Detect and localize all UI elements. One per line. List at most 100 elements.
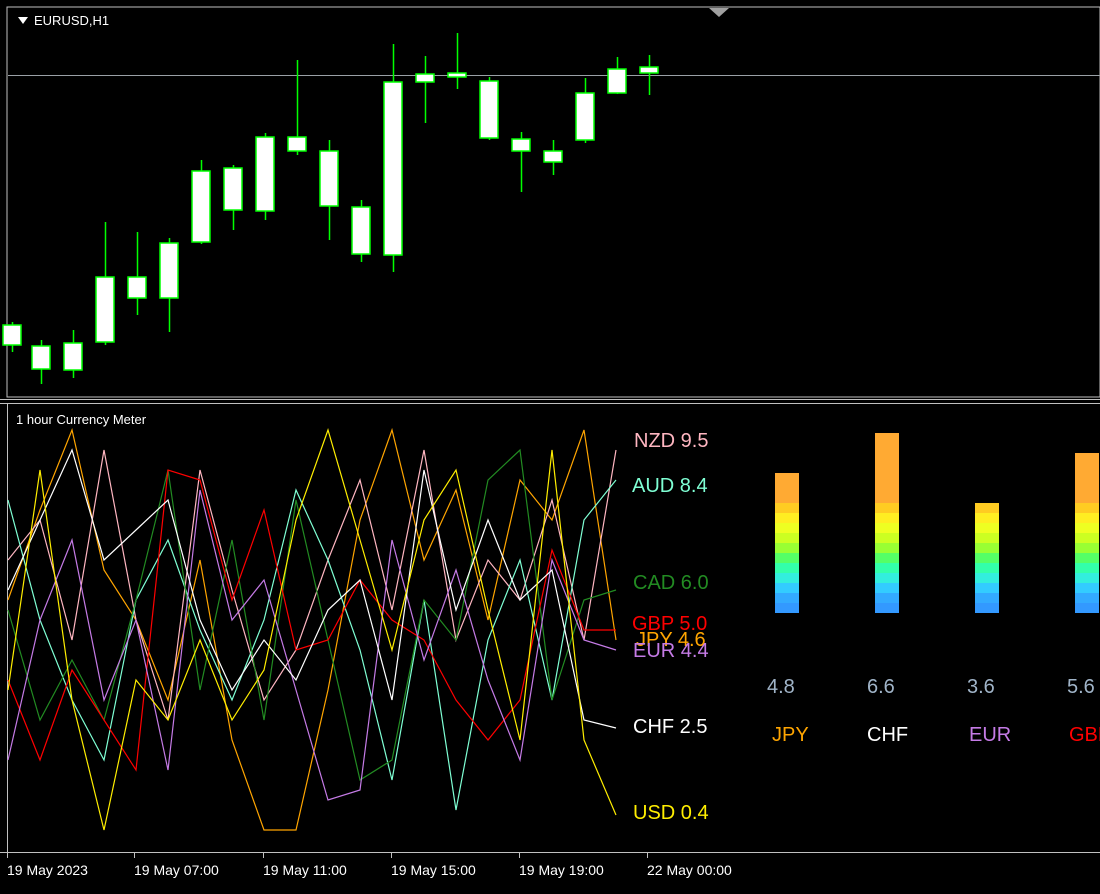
meter-bar-segment-chf bbox=[875, 493, 899, 503]
dropdown-triangle-icon[interactable] bbox=[18, 17, 28, 24]
bar-value-jpy: 4.8 bbox=[767, 676, 795, 698]
time-label-0: 19 May 2023 bbox=[7, 862, 88, 878]
meter-bar-segment-eur bbox=[975, 583, 999, 593]
symbol-title[interactable]: EURUSD,H1 bbox=[18, 13, 109, 28]
candle-body bbox=[479, 80, 499, 139]
bar-value-chf: 6.6 bbox=[867, 676, 895, 698]
chart-window[interactable]: EURUSD,H1 1 hour Currency Meter NZD 9.5 … bbox=[0, 0, 1100, 894]
meter-bar-segment-jpy bbox=[775, 533, 799, 543]
meter-bar-segment-eur bbox=[975, 603, 999, 613]
time-label-1: 19 May 07:00 bbox=[134, 862, 219, 878]
label-eur: EUR 4.4 bbox=[633, 640, 709, 662]
meter-bar-segment-gbp bbox=[1075, 543, 1099, 553]
meter-bar-segment-chf bbox=[875, 533, 899, 543]
candle-body bbox=[63, 342, 83, 371]
meter-bar-segment-jpy bbox=[775, 513, 799, 523]
meter-bar-segment-jpy bbox=[775, 553, 799, 563]
meter-bar-segment-jpy bbox=[775, 483, 799, 493]
meter-bar-segment-chf bbox=[875, 523, 899, 533]
candle-body bbox=[511, 138, 531, 152]
meter-bar-segment-chf bbox=[875, 453, 899, 463]
candle-body bbox=[639, 66, 659, 74]
label-nzd: NZD 9.5 bbox=[634, 430, 709, 452]
meter-bar-segment-chf bbox=[875, 443, 899, 453]
chart-shift-icon bbox=[709, 8, 729, 17]
meter-bar-segment-jpy bbox=[775, 563, 799, 573]
meter-bar-segment-chf bbox=[875, 473, 899, 483]
meter-bar-segment-jpy bbox=[775, 573, 799, 583]
candle-body bbox=[543, 150, 563, 163]
meter-bar-segment-chf bbox=[875, 483, 899, 493]
time-label-3: 19 May 15:00 bbox=[391, 862, 476, 878]
meter-bar-segment-gbp bbox=[1075, 493, 1099, 503]
meter-bar-segment-chf bbox=[875, 563, 899, 573]
candle-body bbox=[415, 73, 435, 83]
candle-body bbox=[95, 276, 115, 343]
bar-name-eur: EUR bbox=[969, 724, 1012, 746]
meter-bar-segment-chf bbox=[875, 573, 899, 583]
symbol-title-text: EURUSD,H1 bbox=[34, 13, 110, 28]
strength-line-gbp bbox=[7, 469, 616, 772]
candle-body bbox=[351, 206, 371, 255]
meter-bar-segment-chf bbox=[875, 553, 899, 563]
meter-bar-segment-gbp bbox=[1075, 523, 1099, 533]
meter-bar-segment-jpy bbox=[775, 543, 799, 553]
meter-bar-segment-chf bbox=[875, 603, 899, 613]
candle-body bbox=[607, 68, 627, 94]
meter-bar-segment-eur bbox=[975, 533, 999, 543]
meter-bar-segment-jpy bbox=[775, 473, 799, 483]
meter-bar-segment-chf bbox=[875, 433, 899, 443]
meter-bar-segment-eur bbox=[975, 503, 999, 513]
candle-body bbox=[287, 136, 307, 152]
candle-body bbox=[191, 170, 211, 243]
label-chf: CHF 2.5 bbox=[633, 716, 708, 738]
candle-body bbox=[319, 150, 339, 207]
bar-name-gbp: GBP bbox=[1069, 724, 1100, 746]
meter-bar-segment-gbp bbox=[1075, 583, 1099, 593]
candle-body bbox=[223, 167, 243, 211]
meter-bar-segment-jpy bbox=[775, 603, 799, 613]
meter-bar-segment-chf bbox=[875, 583, 899, 593]
candle-body bbox=[255, 136, 275, 212]
candle-body bbox=[159, 242, 179, 299]
meter-bar-segment-gbp bbox=[1075, 483, 1099, 493]
meter-bar-segment-chf bbox=[875, 543, 899, 553]
label-cad: CAD 6.0 bbox=[633, 572, 709, 594]
meter-bar-segment-gbp bbox=[1075, 573, 1099, 583]
meter-bar-segment-gbp bbox=[1075, 503, 1099, 513]
time-label-5: 22 May 00:00 bbox=[647, 862, 732, 878]
indicator-title: 1 hour Currency Meter bbox=[16, 412, 147, 427]
meter-bar-segment-chf bbox=[875, 513, 899, 523]
meter-bar-segment-gbp bbox=[1075, 513, 1099, 523]
meter-bar-segment-jpy bbox=[775, 593, 799, 603]
label-usd: USD 0.4 bbox=[633, 802, 709, 824]
meter-bar-segment-eur bbox=[975, 523, 999, 533]
meter-bar-segment-chf bbox=[875, 503, 899, 513]
label-aud: AUD 8.4 bbox=[632, 475, 708, 497]
time-label-4: 19 May 19:00 bbox=[519, 862, 604, 878]
meter-bar-segment-gbp bbox=[1075, 473, 1099, 483]
meter-bar-segment-jpy bbox=[775, 523, 799, 533]
bar-name-chf: CHF bbox=[867, 724, 909, 746]
meter-bar-segment-gbp bbox=[1075, 453, 1099, 463]
bar-name-jpy: JPY bbox=[772, 724, 809, 746]
meter-bar-segment-eur bbox=[975, 513, 999, 523]
candle-body bbox=[383, 81, 403, 256]
meter-bar-segment-gbp bbox=[1075, 563, 1099, 573]
meter-bar-segment-eur bbox=[975, 553, 999, 563]
meter-bar-segment-gbp bbox=[1075, 553, 1099, 563]
meter-bar-segment-gbp bbox=[1075, 533, 1099, 543]
meter-bar-segment-gbp bbox=[1075, 593, 1099, 603]
chart-canvas[interactable] bbox=[0, 0, 1100, 894]
time-label-2: 19 May 11:00 bbox=[263, 862, 347, 878]
candle-body bbox=[31, 345, 51, 370]
meter-bar-segment-gbp bbox=[1075, 463, 1099, 473]
meter-bar-segment-eur bbox=[975, 563, 999, 573]
candle-body bbox=[2, 324, 22, 346]
meter-bar-segment-eur bbox=[975, 543, 999, 553]
meter-bar-segment-jpy bbox=[775, 493, 799, 503]
meter-bar-segment-chf bbox=[875, 463, 899, 473]
meter-bar-segment-eur bbox=[975, 573, 999, 583]
candle-body bbox=[447, 72, 467, 78]
meter-bar-segment-chf bbox=[875, 593, 899, 603]
